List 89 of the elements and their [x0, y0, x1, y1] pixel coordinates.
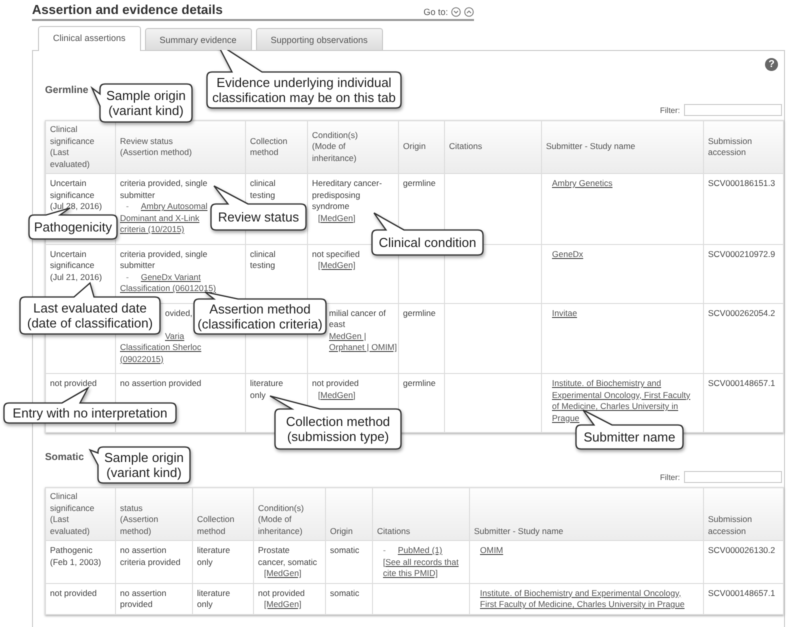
cell-text: SCV000026130.2 [708, 545, 776, 556]
cell-text: SCV000210972.9 [708, 248, 776, 260]
column-header: Origin [326, 488, 372, 540]
column-header: Collection method [192, 488, 254, 540]
chevron-down-icon[interactable] [451, 7, 461, 17]
link[interactable]: [MedGen] [264, 568, 302, 580]
link[interactable]: Ambry Genetics [552, 178, 612, 190]
cell-text: Hereditary cancer-predisposing syndrome [312, 178, 383, 212]
column-header: Clinical significance (Last evaluated) [46, 488, 116, 540]
cell-text: clinical testing [250, 178, 277, 201]
link[interactable]: PubMed (1) [398, 545, 442, 556]
bullet-mark: - [126, 272, 129, 283]
tab[interactable]: Clinical assertions [38, 26, 141, 51]
link[interactable]: criteria (10/2015) [120, 224, 184, 236]
callout: Entry with no interpretation [3, 387, 177, 424]
callout: Sample origin (variant kind) [91, 83, 193, 123]
cell-text: Pathogenic (Feb 1, 2003) [50, 545, 102, 568]
link[interactable]: (09022015) [120, 354, 164, 365]
section-title: Assertion and evidence details [32, 2, 223, 17]
link[interactable]: Orphanet | OMIM] [329, 342, 397, 354]
cell-text: not specified [312, 248, 361, 260]
column-header: Condition(s) (Mode of inheritance) [308, 120, 398, 174]
cell-text: SCV000148657.1 [708, 378, 776, 390]
cell-text: east [329, 319, 346, 329]
link[interactable]: [See all records that cite this PMID] [383, 556, 462, 580]
column-header: Review status (Assertion method) [116, 120, 246, 174]
cell-text: SCV000148657.1 [708, 588, 776, 599]
link[interactable]: GeneDx Variant [140, 272, 201, 283]
cell-text: no assertion provided [120, 378, 202, 390]
link[interactable]: [MedGen] [264, 599, 302, 610]
cell-text: literature only [197, 545, 232, 568]
cell-text: no assertion criteria provided [120, 545, 182, 568]
cell-text: Prostate cancer, somatic [258, 545, 318, 568]
cell-text: germline [403, 378, 437, 390]
cell-text: SCV000186151.3 [708, 178, 776, 190]
callout: Clinical condition [371, 212, 484, 256]
cell-text: somatic [330, 545, 360, 556]
cell-text: clinical testing [250, 248, 277, 272]
cell-text: not provided [258, 588, 306, 599]
cell-text: SCV000262054.2 [708, 308, 776, 319]
column-header: Submitter - Study name [542, 120, 704, 174]
cell-text: germline [403, 308, 437, 319]
filter-label: Filter: [660, 106, 680, 114]
column-header: Clinical significance (Last evaluated) [46, 120, 116, 174]
column-header: Submitter - Study name [470, 488, 704, 540]
filter-field[interactable] [684, 104, 782, 116]
section-heading: Germline [45, 85, 88, 96]
cell-text: criteria provided, single submitter [120, 248, 208, 272]
link[interactable]: [MedGen] [318, 390, 356, 401]
link[interactable]: OMIM [480, 545, 504, 556]
filter-label: Filter: [660, 472, 680, 482]
cell-text: Uncertain significance (Jul 21, 2016) [50, 248, 103, 283]
link[interactable]: Invitae [552, 308, 578, 319]
cell-text: not provided [50, 378, 98, 390]
column-header: status (Assertion method) [116, 488, 192, 540]
column-header: Condition(s) (Mode of inheritance) [254, 488, 326, 540]
cell-text: not provided [50, 588, 98, 599]
cell-text: no assertion provided [120, 588, 168, 610]
link[interactable]: [MedGen] [318, 212, 356, 224]
link[interactable]: Ambry Autosomal [140, 201, 208, 212]
cell-text: literature only [197, 588, 232, 610]
section-heading: Somatic [45, 452, 84, 463]
cell-text: literature only [250, 378, 284, 401]
column-header: Submission accession [704, 120, 784, 174]
link[interactable]: GeneDx [552, 248, 584, 260]
link[interactable]: [MedGen] [318, 260, 356, 272]
goto-label: Go to: [423, 7, 448, 17]
bullet-mark: - [383, 545, 386, 556]
filter-field[interactable] [684, 471, 782, 483]
link[interactable]: Varia [165, 330, 184, 342]
column-header: Citations [444, 120, 542, 174]
tab[interactable]: Summary evidence [144, 28, 252, 50]
column-header: Origin [398, 120, 444, 174]
link[interactable]: Dominant and X-Link [120, 212, 200, 224]
cell-text: somatic [330, 588, 360, 599]
cell-text: ovided, [165, 308, 192, 318]
cell-text: criteria provided, single submitter [120, 178, 208, 201]
link[interactable]: Classification Sherloc [120, 342, 202, 354]
cell-text: not provided [312, 378, 360, 390]
cell-text: germline [403, 178, 437, 190]
link[interactable]: MedGen | [329, 330, 366, 342]
bullet-mark: - [126, 201, 129, 212]
chevron-up-icon[interactable] [464, 7, 474, 17]
column-header: Collection method [246, 120, 308, 174]
cell-text: milial cancer of [329, 308, 386, 318]
column-header: Submission accession [704, 488, 784, 540]
column-header: Citations [372, 488, 470, 540]
help-icon[interactable]: ? [765, 58, 778, 71]
callout: Sample origin (variant kind) [89, 446, 191, 484]
